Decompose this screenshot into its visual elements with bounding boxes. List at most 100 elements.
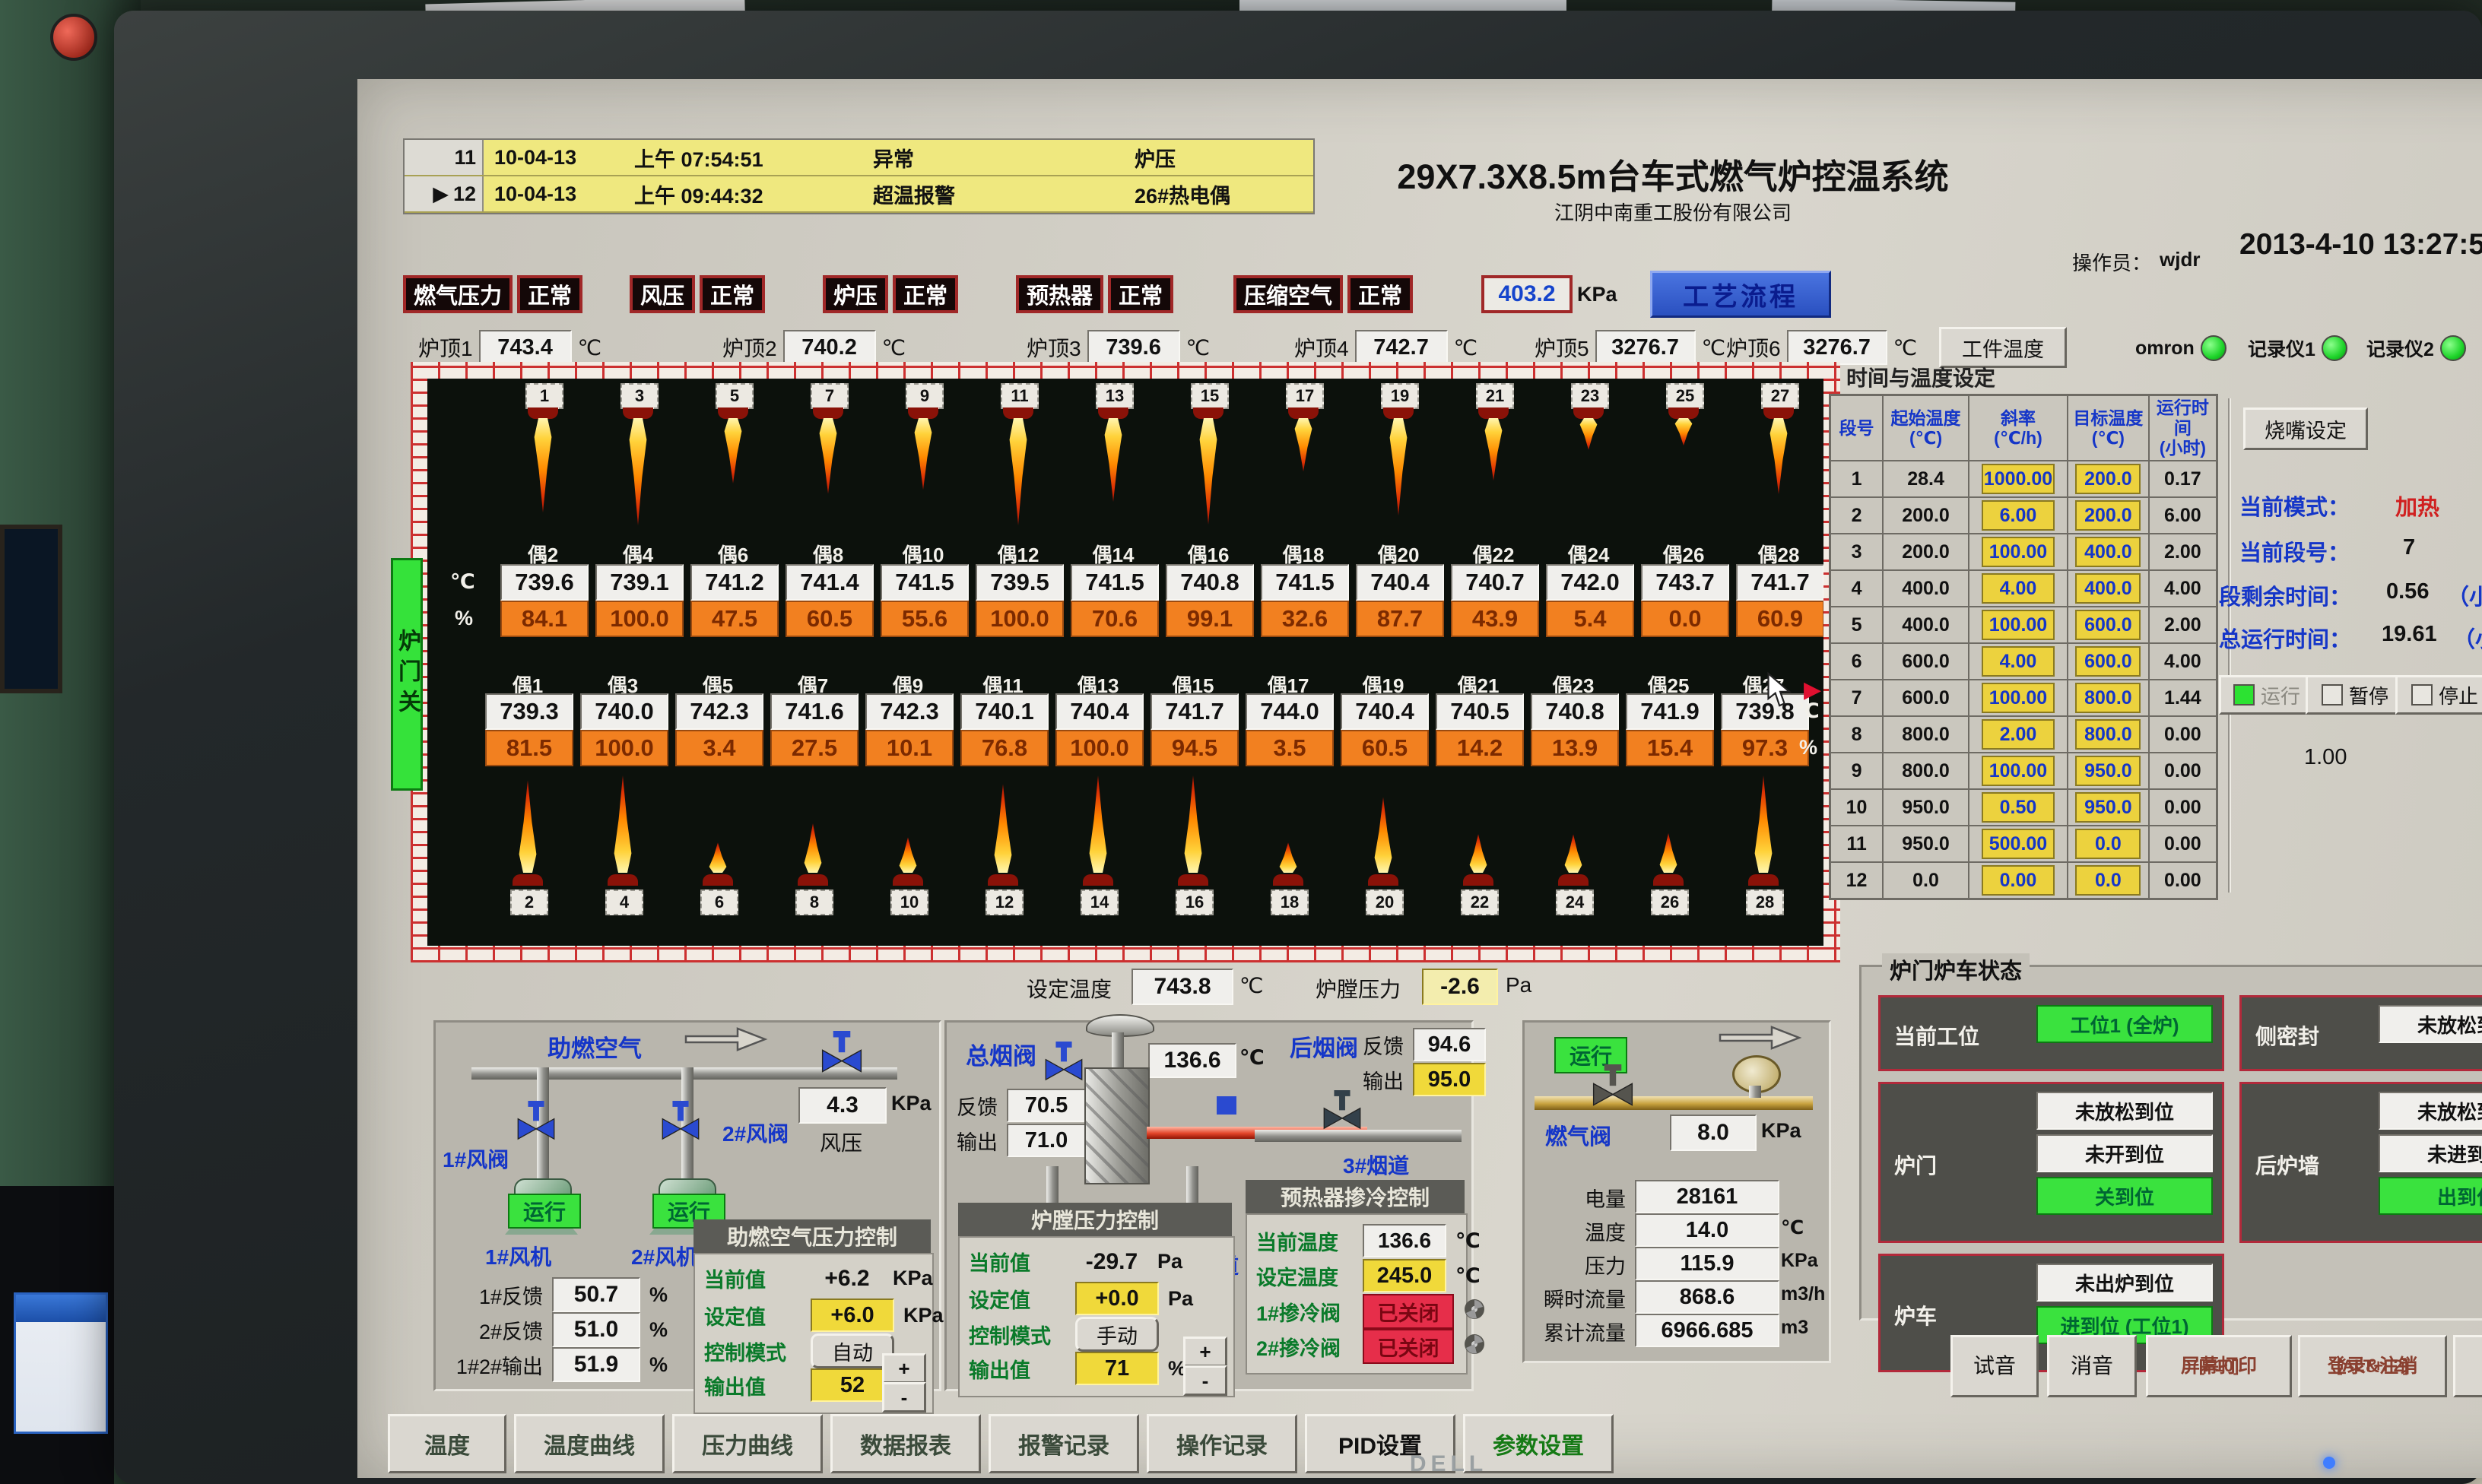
bottom-button-3[interactable]: 压力曲线 bbox=[672, 1414, 823, 1473]
system-button-3[interactable]: [F10]屏幕打印 bbox=[2146, 1335, 2292, 1397]
control-setpoint[interactable]: +6.0 bbox=[811, 1298, 894, 1332]
target-temp-cell[interactable]: 0.0 bbox=[2068, 826, 2149, 862]
burner-flame bbox=[801, 823, 824, 873]
table-row[interactable]: 128.41000.00200.00.17 bbox=[1830, 461, 2217, 497]
alarm-type: 超温报警 bbox=[862, 179, 1124, 209]
runtime-cell: 1.44 bbox=[2149, 680, 2217, 716]
slope-cell[interactable]: 100.00 bbox=[1969, 753, 2068, 789]
target-temp-cell[interactable]: 400.0 bbox=[2068, 534, 2149, 570]
table-row[interactable]: 7600.0100.00800.01.44 bbox=[1830, 680, 2217, 716]
alarm-row[interactable]: ▶1210-04-13上午 09:44:32超温报警26#热电偶 bbox=[405, 176, 1313, 213]
table-row[interactable]: 5400.0100.00600.02.00 bbox=[1830, 607, 2217, 643]
slope-cell[interactable]: 500.00 bbox=[1969, 826, 2068, 862]
run-button[interactable]: 运行 bbox=[2219, 675, 2315, 715]
decrement-button[interactable]: - bbox=[1183, 1365, 1227, 1396]
door-state: 未放松到位 bbox=[2036, 1092, 2213, 1130]
tc-temp-value: 739.1 bbox=[595, 564, 684, 601]
control-mode-button[interactable]: 手动 bbox=[1075, 1317, 1159, 1352]
table-row[interactable]: 8800.02.00800.00.00 bbox=[1830, 716, 2217, 753]
run-button-label: 运行 bbox=[2261, 681, 2300, 709]
slope-cell[interactable]: 100.00 bbox=[1969, 680, 2068, 716]
gas-row-value: 868.6 bbox=[1635, 1280, 1779, 1314]
indicator-label: 记录仪1 bbox=[2248, 335, 2315, 362]
system-button-2[interactable]: 消音 bbox=[2047, 1335, 2137, 1397]
slope-cell[interactable]: 0.50 bbox=[1969, 789, 2068, 826]
table-row[interactable]: 11950.0500.000.00.00 bbox=[1830, 826, 2217, 862]
control-label: 输出值 bbox=[969, 1354, 1066, 1384]
pause-button-label: 暂停 bbox=[2349, 681, 2388, 709]
door-status-group: 炉门未放松到位未开到位关到位 bbox=[1878, 1082, 2224, 1243]
segment-cell: 7 bbox=[1830, 680, 1884, 716]
tc-output-value: 10.1 bbox=[865, 730, 954, 766]
alarm-row[interactable]: 1110-04-13上午 07:54:51异常炉压 bbox=[405, 140, 1313, 176]
target-temp-cell[interactable]: 950.0 bbox=[2068, 753, 2149, 789]
stop-button[interactable]: 停止 bbox=[2395, 675, 2482, 715]
system-button-1[interactable]: 试音 bbox=[1950, 1335, 2039, 1397]
group-label: 后炉墙 bbox=[2255, 1149, 2319, 1180]
bottom-button-2[interactable]: 温度曲线 bbox=[514, 1414, 665, 1473]
bottom-button-4[interactable]: 数据报表 bbox=[830, 1414, 981, 1473]
status-item: 预热器正常 bbox=[1016, 275, 1173, 313]
table-row[interactable]: 3200.0100.00400.02.00 bbox=[1830, 534, 2217, 570]
control-setpoint[interactable]: 245.0 bbox=[1363, 1259, 1446, 1292]
increment-button[interactable]: + bbox=[1183, 1337, 1227, 1367]
process-flow-button[interactable]: 工艺流程 bbox=[1650, 271, 1831, 318]
pause-button[interactable]: 暂停 bbox=[2306, 675, 2404, 715]
tc-temp-value: 742.3 bbox=[675, 693, 763, 730]
table-row[interactable]: 2200.06.00200.06.00 bbox=[1830, 497, 2217, 534]
bottom-button-1[interactable]: 温度 bbox=[388, 1414, 506, 1473]
table-row[interactable]: 4400.04.00400.04.00 bbox=[1830, 570, 2217, 607]
slope-cell[interactable]: 0.00 bbox=[1969, 862, 2068, 899]
bottom-button-5[interactable]: 报警记录 bbox=[989, 1414, 1139, 1473]
air-readout: 1#反馈50.7% bbox=[447, 1277, 668, 1312]
exchanger-stem bbox=[1112, 1032, 1124, 1067]
decrement-button[interactable]: - bbox=[882, 1382, 926, 1413]
system-button-5[interactable]: [Alt+F4]退出系统 bbox=[2453, 1335, 2482, 1397]
burner-number: 10 bbox=[890, 889, 928, 915]
control-setpoint[interactable]: +0.0 bbox=[1075, 1282, 1159, 1315]
control-setpoint[interactable]: 71 bbox=[1075, 1352, 1159, 1385]
slope-cell[interactable]: 2.00 bbox=[1969, 716, 2068, 753]
burner-nozzle bbox=[608, 874, 638, 886]
increment-button[interactable]: + bbox=[882, 1353, 926, 1384]
burner-flame bbox=[912, 418, 935, 490]
readout-value: 51.0 bbox=[552, 1312, 640, 1347]
bottom-button-6[interactable]: 操作记录 bbox=[1147, 1414, 1297, 1473]
runtime-cell: 0.00 bbox=[2149, 753, 2217, 789]
target-temp-cell[interactable]: 800.0 bbox=[2068, 716, 2149, 753]
slope-cell[interactable]: 4.00 bbox=[1969, 643, 2068, 680]
burner-number: 1 bbox=[525, 383, 563, 409]
slope-cell[interactable]: 4.00 bbox=[1969, 570, 2068, 607]
target-temp-cell[interactable]: 200.0 bbox=[2068, 461, 2149, 497]
slope-cell[interactable]: 6.00 bbox=[1969, 497, 2068, 534]
tc-temp-value: 741.5 bbox=[1071, 564, 1159, 601]
burner-flame bbox=[1577, 418, 1600, 450]
burner-number: 14 bbox=[1081, 889, 1119, 915]
slope-cell[interactable]: 100.00 bbox=[1969, 534, 2068, 570]
target-temp-cell[interactable]: 950.0 bbox=[2068, 789, 2149, 826]
readout-label: 1#2#输出 bbox=[447, 1350, 543, 1380]
pct-unit-label: % bbox=[1799, 736, 1817, 759]
target-temp-cell[interactable]: 600.0 bbox=[2068, 607, 2149, 643]
table-row[interactable]: 6600.04.00600.04.00 bbox=[1830, 643, 2217, 680]
pipe-sensor-icon bbox=[1217, 1096, 1236, 1115]
table-row[interactable]: 10950.00.50950.00.00 bbox=[1830, 789, 2217, 826]
target-temp-cell[interactable]: 600.0 bbox=[2068, 643, 2149, 680]
burner-flame bbox=[1562, 834, 1585, 873]
target-temp-cell[interactable]: 0.0 bbox=[2068, 862, 2149, 899]
table-row[interactable]: 120.00.000.00.00 bbox=[1830, 862, 2217, 899]
table-row[interactable]: 9800.0100.00950.00.00 bbox=[1830, 753, 2217, 789]
segment-cell: 1 bbox=[1830, 461, 1884, 497]
burner-settings-button[interactable]: 烧嘴设定 bbox=[2243, 407, 2368, 450]
slope-cell[interactable]: 1000.00 bbox=[1969, 461, 2068, 497]
target-temp-cell[interactable]: 400.0 bbox=[2068, 570, 2149, 607]
status-value: 正常 bbox=[517, 275, 582, 313]
target-temp-cell[interactable]: 800.0 bbox=[2068, 680, 2149, 716]
target-temp-cell[interactable]: 200.0 bbox=[2068, 497, 2149, 534]
system-button-4[interactable]: [ALT+F2]登录&注销 bbox=[2298, 1335, 2447, 1397]
burner-flame bbox=[1087, 775, 1109, 873]
control-unit: ℃ bbox=[1455, 1229, 1481, 1253]
slope-cell[interactable]: 100.00 bbox=[1969, 607, 2068, 643]
readout-unit: % bbox=[649, 1283, 668, 1307]
tc-temp-value: 740.5 bbox=[1436, 693, 1524, 730]
